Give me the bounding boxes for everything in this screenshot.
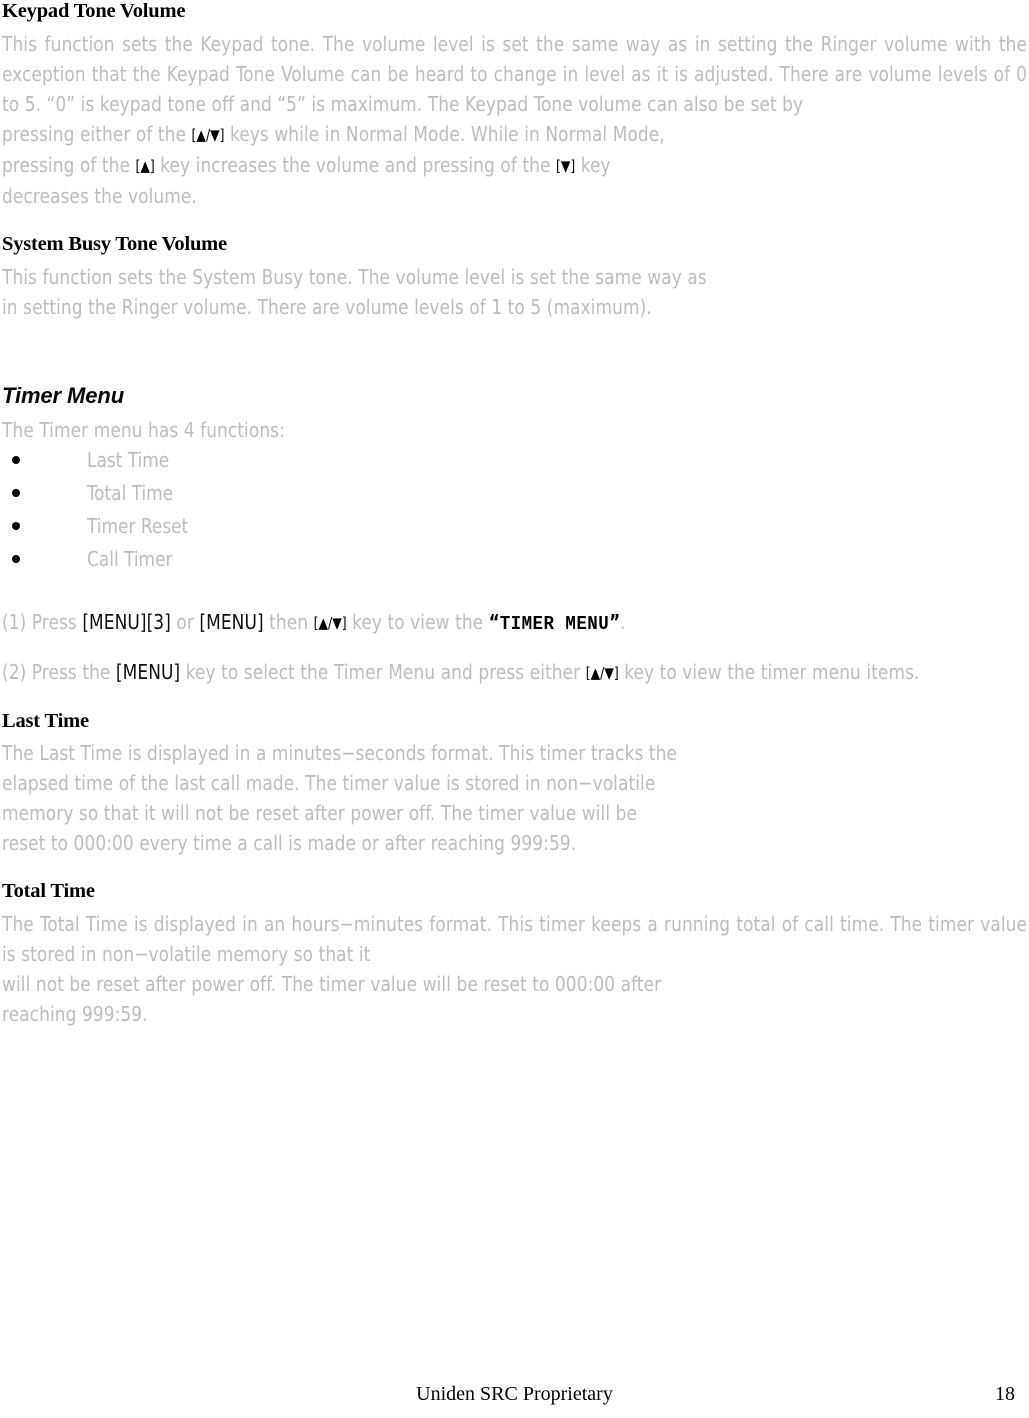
list-item: Last Time	[2, 445, 1027, 478]
text-fragment: pressing either of the	[2, 121, 192, 146]
paragraph-timer-menu-intro: The Timer menu has 4 functions:	[2, 417, 285, 442]
paragraph-total-time-line-3: will not be reset after power off. The t…	[2, 972, 662, 997]
paragraph-keypad-line-2: pressing either of the [▲/▼] keys while …	[2, 119, 1027, 150]
key-up-down-icon: [▲/▼]	[585, 663, 619, 682]
heading-system-busy-tone-volume: System Busy Tone Volume	[2, 232, 227, 255]
paragraph-keypad-line-4: decreases the volume.	[2, 183, 197, 208]
bullet-icon	[12, 521, 20, 530]
key-menu-label: [MENU]	[115, 659, 181, 684]
bullet-icon	[12, 554, 20, 563]
bullet-icon	[12, 488, 20, 497]
footer-page-number: 18	[995, 1382, 1015, 1405]
list-item-label: Timer Reset	[87, 513, 189, 538]
text-fragment: key to select the Timer Menu and press e…	[180, 659, 586, 684]
text-fragment: key to view the timer menu items.	[618, 659, 920, 684]
paragraph-keypad-tone-volume-intro: This function sets the Keypad tone. The …	[2, 31, 1028, 116]
text-fragment: Press	[26, 609, 83, 634]
key-up-icon: [▲]	[135, 156, 155, 175]
open-quote: “	[488, 609, 500, 634]
step-number: (1)	[2, 609, 27, 634]
list-item-label: Call Timer	[87, 546, 173, 571]
paragraph-last-time-line-1: The Last Time is displayed in a minutes−…	[2, 741, 678, 766]
text-fragment: .	[620, 609, 626, 634]
key-up-down-icon: [▲/▼]	[191, 125, 225, 144]
timer-menu-function-list: Last Time Total Time Timer Reset Call Ti…	[2, 445, 1027, 577]
text-fragment: pressing of the	[2, 152, 136, 177]
list-item-label: Total Time	[87, 480, 174, 505]
text-fragment: then	[263, 609, 314, 634]
text-fragment: or	[170, 609, 200, 634]
paragraph-total-time-intro: The Total Time is displayed in an hours−…	[2, 912, 1028, 967]
text-fragment: key to view the	[346, 609, 489, 634]
text-fragment: key increases the volume and pressing of…	[154, 152, 556, 177]
list-item: Total Time	[2, 478, 1027, 511]
bullet-icon	[12, 455, 20, 464]
text-fragment: keys while in Normal Mode. While in Norm…	[224, 121, 665, 146]
heading-keypad-tone-volume: Keypad Tone Volume	[2, 0, 186, 22]
footer-proprietary-text: Uniden SRC Proprietary	[416, 1382, 613, 1405]
key-down-icon: [▼]	[555, 156, 576, 175]
paragraph-last-time-line-4: reset to 000:00 every time a call is mad…	[2, 831, 577, 856]
paragraph-timer-step-1: (1) Press [MENU][3] or [MENU] then [▲/▼]…	[2, 607, 1027, 639]
paragraph-last-time-line-2: elapsed time of the last call made. The …	[2, 771, 656, 796]
paragraph-keypad-line-3: pressing of the [▲] key increases the vo…	[2, 150, 1027, 181]
key-menu-label: [MENU]	[199, 609, 264, 634]
list-item: Call Timer	[2, 544, 1027, 577]
heading-total-time: Total Time	[2, 880, 95, 903]
list-item-label: Last Time	[87, 447, 170, 472]
page-content: Keypad Tone Volume This function sets th…	[0, 0, 1029, 1029]
paragraph-system-busy-line-2: in setting the Ringer volume. There are …	[2, 294, 652, 319]
key-menu-3-label: [MENU][3]	[82, 609, 171, 634]
paragraph-last-time-line-3: memory so that it will not be reset afte…	[2, 801, 638, 826]
text-fragment: Press the	[26, 659, 116, 684]
paragraph-timer-step-2: (2) Press the [MENU] key to select the T…	[2, 657, 1027, 688]
paragraph-total-time-line-4: reaching 999:59.	[2, 1002, 148, 1027]
emphasis-timer-menu: TIMER MENU	[499, 612, 610, 635]
text-fragment: key	[575, 152, 611, 177]
heading-last-time: Last Time	[2, 709, 89, 732]
paragraph-system-busy-line-1: This function sets the System Busy tone.…	[2, 264, 707, 289]
heading-timer-menu: Timer Menu	[2, 382, 125, 408]
list-item: Timer Reset	[2, 511, 1027, 544]
step-number: (2)	[2, 659, 27, 684]
page-footer: Uniden SRC Proprietary 18	[0, 1380, 1029, 1408]
close-quote: ”	[609, 609, 621, 634]
key-up-down-icon: [▲/▼]	[313, 613, 347, 632]
document-page: Keypad Tone Volume This function sets th…	[0, 0, 1029, 1418]
